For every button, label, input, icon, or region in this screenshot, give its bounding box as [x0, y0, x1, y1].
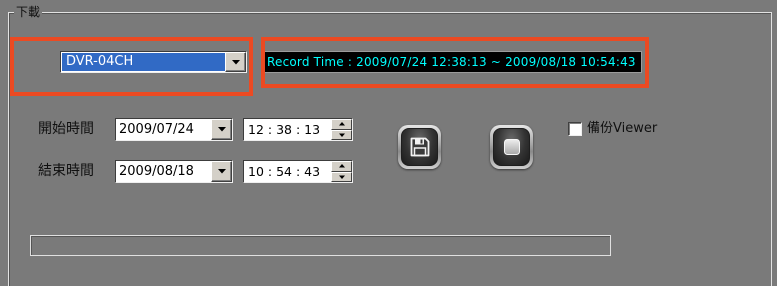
chevron-down-icon [217, 169, 226, 174]
start-date-value: 2009/07/24 [119, 122, 194, 137]
save-button-face [401, 128, 438, 166]
start-date-picker[interactable]: 2009/07/24 [115, 118, 233, 141]
end-time-picker[interactable]: 10 : 54 : 43 [243, 160, 353, 183]
save-button[interactable] [398, 125, 441, 169]
start-time-value: 12 : 38 : 13 [248, 122, 321, 137]
triangle-up-icon [338, 122, 345, 126]
triangle-down-icon [338, 133, 345, 137]
end-time-spinner [331, 161, 352, 182]
backup-viewer-checkbox[interactable] [568, 122, 582, 136]
stop-button-face [493, 128, 530, 166]
end-time-label: 結束時間 [38, 163, 94, 179]
end-date-picker[interactable]: 2009/08/18 [115, 160, 233, 183]
triangle-down-icon [338, 175, 345, 179]
stop-icon [503, 139, 520, 155]
channel-select[interactable]: DVR-04CH [60, 51, 247, 73]
start-time-down-button[interactable] [331, 129, 352, 140]
groupbox-title: 下載 [14, 4, 43, 20]
chevron-down-icon [231, 59, 240, 64]
start-time-spinner [331, 119, 352, 140]
end-date-dropdown-button[interactable] [211, 161, 232, 182]
start-time-up-button[interactable] [331, 119, 352, 130]
backup-viewer-label[interactable]: 備份Viewer [587, 120, 657, 138]
channel-select-value: DVR-04CH [62, 53, 225, 71]
stop-button[interactable] [490, 125, 533, 169]
start-date-dropdown-button[interactable] [211, 119, 232, 140]
floppy-disk-icon [410, 137, 429, 157]
end-time-value: 10 : 54 : 43 [248, 164, 321, 179]
record-time-text: Record Time : 2009/07/24 12:38:13 ~ 2009… [267, 55, 636, 69]
triangle-up-icon [338, 164, 345, 168]
start-time-picker[interactable]: 12 : 38 : 13 [243, 118, 353, 141]
download-progress-bar [30, 235, 611, 256]
end-date-value: 2009/08/18 [119, 164, 194, 179]
record-time-display: Record Time : 2009/07/24 12:38:13 ~ 2009… [264, 51, 642, 73]
channel-dropdown-button[interactable] [225, 52, 246, 72]
end-time-down-button[interactable] [331, 171, 352, 182]
start-time-label: 開始時間 [38, 121, 94, 137]
end-time-up-button[interactable] [331, 161, 352, 172]
chevron-down-icon [217, 127, 226, 132]
